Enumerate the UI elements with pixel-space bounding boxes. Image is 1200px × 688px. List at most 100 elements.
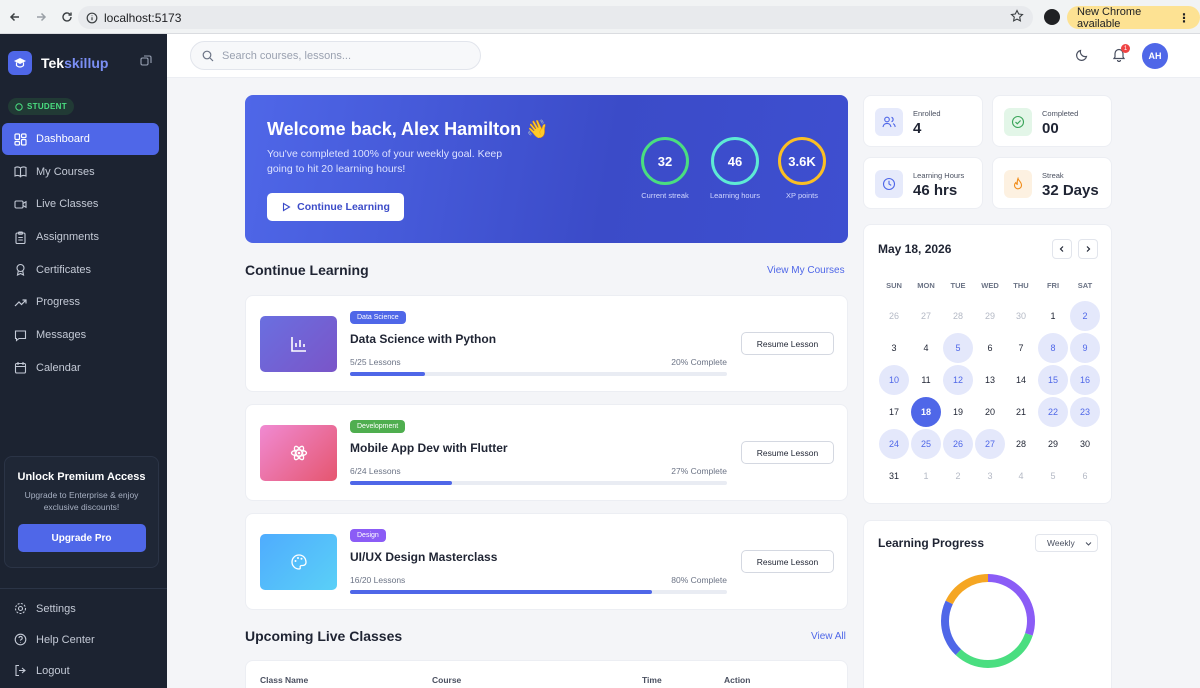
column-header: Action [724, 675, 751, 685]
premium-promo-card: Unlock Premium Access Upgrade to Enterpr… [4, 456, 159, 568]
continue-learning-button[interactable]: Continue Learning [267, 193, 404, 221]
resume-lesson-button[interactable]: Resume Lesson [741, 332, 834, 355]
calendar-day[interactable]: 26 [879, 301, 909, 331]
course-title: Mobile App Dev with Flutter [350, 441, 508, 455]
search-input[interactable] [222, 49, 462, 62]
sidebar-item-settings[interactable]: Settings [0, 593, 167, 624]
calendar-day[interactable]: 28 [1006, 429, 1036, 459]
address-bar[interactable]: localhost:5173 [78, 6, 1033, 29]
calendar-day[interactable]: 19 [943, 397, 973, 427]
sidebar-item-my-courses[interactable]: My Courses [2, 156, 159, 188]
calendar-day[interactable]: 10 [879, 365, 909, 395]
sidebar-item-certificates[interactable]: Certificates [2, 254, 159, 286]
course-percent: 27% Complete [671, 466, 727, 476]
calendar-day[interactable]: 3 [879, 333, 909, 363]
moon-icon[interactable] [1075, 48, 1089, 62]
calendar-day[interactable]: 14 [1006, 365, 1036, 395]
calendar-day[interactable]: 17 [879, 397, 909, 427]
sidebar-item-logout[interactable]: Logout [0, 655, 167, 686]
stat-card-streak: Streak 32 Days [992, 157, 1112, 209]
sidebar-nav: Dashboard My Courses Live Classes Assign… [2, 123, 159, 385]
video-icon [13, 197, 27, 211]
calendar-day-today[interactable]: 18 [911, 397, 941, 427]
calendar-day[interactable]: 5 [1038, 461, 1068, 491]
calendar-day[interactable]: 4 [1006, 461, 1036, 491]
calendar-day[interactable]: 27 [911, 301, 941, 331]
calendar-day[interactable]: 29 [1038, 429, 1068, 459]
calendar-day[interactable]: 1 [1038, 301, 1068, 331]
collapse-sidebar-icon[interactable] [140, 55, 152, 67]
sidebar-item-calendar[interactable]: Calendar [2, 352, 159, 384]
calendar-day[interactable]: 6 [1070, 461, 1100, 491]
calendar-day[interactable]: 30 [1006, 301, 1036, 331]
calendar-day[interactable]: 2 [943, 461, 973, 491]
calendar-day[interactable]: 20 [975, 397, 1005, 427]
resume-lesson-button[interactable]: Resume Lesson [741, 550, 834, 573]
calendar-day[interactable]: 6 [975, 333, 1005, 363]
back-icon[interactable] [4, 6, 26, 28]
award-icon [13, 263, 27, 277]
avatar[interactable]: AH [1142, 43, 1168, 69]
sidebar-item-label: Certificates [36, 263, 92, 276]
calendar-day[interactable]: 9 [1070, 333, 1100, 363]
calendar-day[interactable]: 3 [975, 461, 1005, 491]
calendar-day[interactable]: 13 [975, 365, 1005, 395]
book-icon [13, 165, 27, 179]
upgrade-pro-button[interactable]: Upgrade Pro [17, 524, 146, 552]
extension-icon[interactable] [1044, 9, 1060, 25]
period-select[interactable]: Weekly [1035, 534, 1098, 552]
site-info-icon[interactable] [86, 12, 98, 24]
browser-toolbar: localhost:5173 New Chrome available ⋮ [0, 0, 1200, 34]
calendar-day[interactable]: 4 [911, 333, 941, 363]
reload-icon[interactable] [56, 6, 78, 28]
weekday-header: TUE [950, 281, 966, 290]
calendar-day[interactable]: 1 [911, 461, 941, 491]
sidebar-item-live-classes[interactable]: Live Classes [2, 188, 159, 220]
stat-label: Learning Hours [913, 171, 965, 180]
chevron-left-icon[interactable] [1052, 239, 1072, 259]
view-my-courses-link[interactable]: View My Courses [767, 265, 845, 276]
sidebar-item-help-center[interactable]: Help Center [0, 624, 167, 655]
calendar-day[interactable]: 25 [911, 429, 941, 459]
sidebar-item-progress[interactable]: Progress [2, 286, 159, 318]
resume-lesson-button[interactable]: Resume Lesson [741, 441, 834, 464]
chevron-right-icon[interactable] [1078, 239, 1098, 259]
brand[interactable]: Tekskillup [8, 51, 108, 75]
search-icon [202, 50, 214, 62]
sidebar-item-messages[interactable]: Messages [2, 319, 159, 351]
calendar-day[interactable]: 21 [1006, 397, 1036, 427]
calendar-day[interactable]: 29 [975, 301, 1005, 331]
calendar-day[interactable]: 22 [1038, 397, 1068, 427]
kebab-menu-icon[interactable]: ⋮ [1178, 11, 1190, 25]
calendar-day[interactable]: 15 [1038, 365, 1068, 395]
view-all-link[interactable]: View All [811, 631, 846, 642]
calendar-day[interactable]: 30 [1070, 429, 1100, 459]
forward-icon[interactable] [30, 6, 52, 28]
bookmark-star-icon[interactable] [1010, 9, 1024, 23]
search-box[interactable] [190, 41, 481, 70]
chat-icon [13, 328, 27, 342]
calendar-day[interactable]: 2 [1070, 301, 1100, 331]
check-circle-icon [1004, 108, 1032, 136]
bell-icon[interactable]: 1 [1112, 44, 1130, 62]
calendar-day[interactable]: 23 [1070, 397, 1100, 427]
calendar-day[interactable]: 31 [879, 461, 909, 491]
sidebar-item-label: Live Classes [36, 198, 99, 211]
sidebar-item-assignments[interactable]: Assignments [2, 221, 159, 253]
calendar-day[interactable]: 26 [943, 429, 973, 459]
calendar-day[interactable]: 24 [879, 429, 909, 459]
calendar-day[interactable]: 5 [943, 333, 973, 363]
calendar-day[interactable]: 16 [1070, 365, 1100, 395]
calendar-day[interactable]: 27 [975, 429, 1005, 459]
progress-donut-chart [941, 574, 1035, 668]
calendar-day[interactable]: 12 [943, 365, 973, 395]
calendar-day[interactable]: 28 [943, 301, 973, 331]
dashboard-icon [13, 132, 27, 146]
calendar-day[interactable]: 7 [1006, 333, 1036, 363]
trending-icon [13, 295, 27, 309]
sidebar-item-dashboard[interactable]: Dashboard [2, 123, 159, 155]
calendar-day[interactable]: 11 [911, 365, 941, 395]
hours-label: Learning hours [709, 191, 761, 200]
calendar-day[interactable]: 8 [1038, 333, 1068, 363]
chrome-update-button[interactable]: New Chrome available ⋮ [1067, 6, 1200, 30]
